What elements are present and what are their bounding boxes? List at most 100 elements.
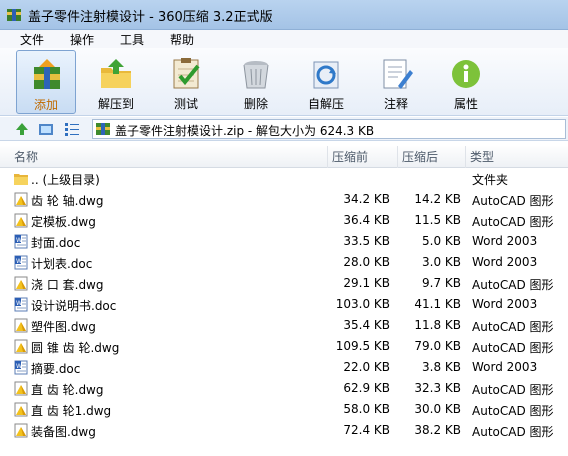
file-name: 浇 口 套.dwg [31, 278, 104, 292]
file-row[interactable]: W 设计说明书.doc 103.0 KB 41.1 KB Word 2003 [0, 294, 568, 315]
file-name: 装备图.dwg [31, 425, 96, 439]
column-name[interactable]: 名称 [10, 146, 328, 168]
word-file-icon: W [14, 234, 28, 249]
file-type: AutoCAD 图形 [472, 278, 554, 292]
svg-text:W: W [16, 363, 22, 370]
menu-operation[interactable]: 操作 [70, 31, 94, 48]
test-button[interactable]: 测试 [156, 50, 216, 114]
delete-button[interactable]: 删除 [226, 50, 286, 114]
column-packed[interactable]: 压缩后 [398, 146, 466, 168]
self-extract-button[interactable]: 自解压 [296, 50, 356, 114]
delete-bin-icon [243, 61, 269, 89]
file-type: AutoCAD 图形 [472, 194, 554, 208]
add-button[interactable]: 添加 [16, 50, 76, 114]
file-type: Word 2003 [472, 297, 538, 311]
comment-button[interactable]: 注释 [366, 50, 426, 114]
file-packed-size: 41.1 KB [414, 297, 461, 311]
autocad-file-icon [14, 318, 28, 333]
file-row[interactable]: W 摘要.doc 22.0 KB 3.8 KB Word 2003 [0, 357, 568, 378]
svg-text:W: W [16, 300, 22, 307]
file-packed-size: 32.3 KB [414, 381, 461, 395]
address-bar: 盖子零件注射模设计.zip - 解包大小为 624.3 KB [0, 117, 568, 141]
file-packed-size: 11.5 KB [414, 213, 461, 227]
file-name: 摘要.doc [31, 362, 81, 376]
extract-folder-icon [101, 59, 131, 88]
column-type[interactable]: 类型 [466, 146, 568, 168]
file-size: 109.5 KB [335, 339, 390, 353]
extract-to-button[interactable]: 解压到 [86, 50, 146, 114]
file-name: 直 齿 轮.dwg [31, 383, 104, 397]
file-type: AutoCAD 图形 [472, 215, 554, 229]
file-size: 58.0 KB [343, 402, 390, 416]
comment-edit-icon [383, 59, 413, 89]
list-view-icon[interactable] [64, 121, 80, 137]
title-bar: 盖子零件注射模设计 - 360压缩 3.2正式版 [0, 0, 568, 30]
file-name: 定模板.dwg [31, 215, 96, 229]
archive-path: 盖子零件注射模设计.zip - 解包大小为 624.3 KB [115, 124, 375, 138]
file-size: 35.4 KB [343, 318, 390, 332]
file-size: 28.0 KB [343, 255, 390, 269]
file-packed-size: 30.0 KB [414, 402, 461, 416]
menu-help[interactable]: 帮助 [170, 31, 194, 48]
file-packed-size: 11.8 KB [414, 318, 461, 332]
file-packed-size: 3.8 KB [422, 360, 461, 374]
test-checklist-icon [173, 58, 200, 89]
self-extract-icon [313, 61, 339, 89]
file-row[interactable]: 浇 口 套.dwg 29.1 KB 9.7 KB AutoCAD 图形 [0, 273, 568, 294]
file-type: 文件夹 [472, 173, 509, 187]
file-row[interactable]: 塑件图.dwg 35.4 KB 11.8 KB AutoCAD 图形 [0, 315, 568, 336]
file-size: 72.4 KB [343, 423, 390, 437]
autocad-file-icon [14, 213, 28, 228]
file-row[interactable]: 齿 轮 轴.dwg 34.2 KB 14.2 KB AutoCAD 图形 [0, 189, 568, 210]
column-size[interactable]: 压缩前 [328, 146, 398, 168]
zip-file-icon [96, 123, 110, 135]
file-name: 设计说明书.doc [31, 299, 117, 313]
file-row[interactable]: W 封面.doc 33.5 KB 5.0 KB Word 2003 [0, 231, 568, 252]
file-size: 36.4 KB [343, 213, 390, 227]
autocad-file-icon [14, 339, 28, 354]
file-row[interactable]: W 计划表.doc 28.0 KB 3.0 KB Word 2003 [0, 252, 568, 273]
file-packed-size: 5.0 KB [422, 234, 461, 248]
menu-tools[interactable]: 工具 [120, 31, 144, 48]
menu-file[interactable]: 文件 [20, 31, 44, 48]
archive-app-icon [7, 9, 21, 21]
word-file-icon: W [14, 297, 28, 312]
file-size: 29.1 KB [343, 276, 390, 290]
file-row[interactable]: 直 齿 轮1.dwg 58.0 KB 30.0 KB AutoCAD 图形 [0, 399, 568, 420]
autocad-file-icon [14, 192, 28, 207]
toolbar: 添加 解压到 测试 删除 自解压 注释 属性 [0, 48, 568, 116]
file-packed-size: 79.0 KB [414, 339, 461, 353]
file-size: 62.9 KB [343, 381, 390, 395]
file-name: 直 齿 轮1.dwg [31, 404, 112, 418]
file-packed-size: 9.7 KB [422, 276, 461, 290]
file-size: 33.5 KB [343, 234, 390, 248]
file-packed-size: 14.2 KB [414, 192, 461, 206]
file-size: 34.2 KB [343, 192, 390, 206]
address-field[interactable]: 盖子零件注射模设计.zip - 解包大小为 624.3 KB [92, 119, 566, 139]
file-name: .. (上级目录) [31, 173, 100, 187]
file-type: AutoCAD 图形 [472, 425, 554, 439]
svg-text:W: W [16, 258, 22, 265]
file-name: 计划表.doc [31, 257, 93, 271]
file-type: Word 2003 [472, 234, 538, 248]
file-row[interactable]: 直 齿 轮.dwg 62.9 KB 32.3 KB AutoCAD 图形 [0, 378, 568, 399]
menu-bar: 文件 操作 工具 帮助 [0, 30, 568, 48]
file-row[interactable]: 圆 锥 齿 轮.dwg 109.5 KB 79.0 KB AutoCAD 图形 [0, 336, 568, 357]
properties-button[interactable]: 属性 [436, 50, 496, 114]
file-name: 塑件图.dwg [31, 320, 96, 334]
autocad-file-icon [14, 402, 28, 417]
file-row[interactable]: 装备图.dwg 72.4 KB 38.2 KB AutoCAD 图形 [0, 420, 568, 441]
add-archive-icon [34, 59, 60, 89]
autocad-file-icon [14, 381, 28, 396]
autocad-file-icon [14, 423, 28, 438]
file-type: Word 2003 [472, 255, 538, 269]
parent-folder-row[interactable]: .. (上级目录) 文件夹 [0, 168, 568, 189]
file-row[interactable]: 定模板.dwg 36.4 KB 11.5 KB AutoCAD 图形 [0, 210, 568, 231]
info-icon [452, 60, 480, 88]
up-arrow-icon[interactable] [14, 121, 30, 137]
thumbnail-view-icon[interactable] [38, 121, 54, 137]
file-type: AutoCAD 图形 [472, 341, 554, 355]
column-header: 名称 压缩前 压缩后 类型 [0, 146, 568, 168]
file-size: 22.0 KB [343, 360, 390, 374]
word-file-icon: W [14, 360, 28, 375]
